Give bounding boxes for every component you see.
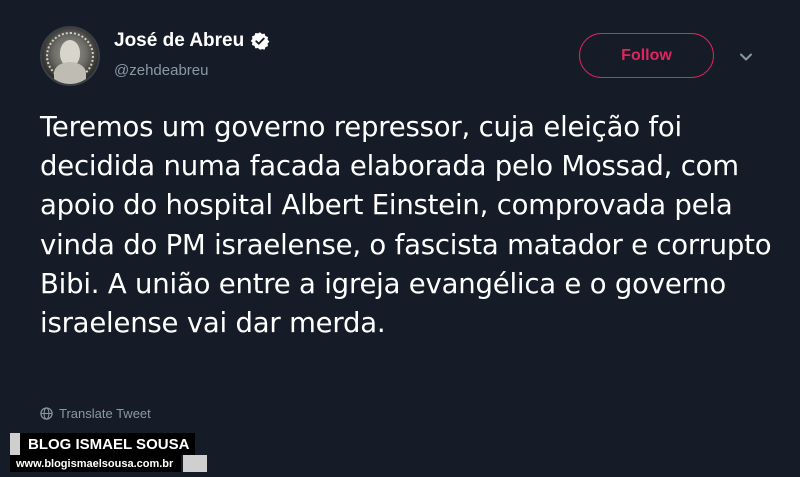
author-avatar[interactable] <box>40 26 100 86</box>
translate-tweet-label[interactable]: Translate Tweet <box>59 406 151 421</box>
verified-badge-icon <box>250 31 270 51</box>
watermark-url: www.blogismaelsousa.com.br <box>10 455 208 472</box>
chevron-down-icon[interactable] <box>737 48 755 66</box>
follow-button[interactable]: Follow <box>579 33 714 78</box>
tweet-text: Teremos um governo repressor, cuja eleiç… <box>40 111 772 340</box>
tweet-card: José de Abreu @zehdeabreu Follow Teremos… <box>0 0 800 477</box>
watermark-title: BLOG ISMAEL SOUSA <box>10 433 196 455</box>
author-name-row: José de Abreu <box>114 30 270 52</box>
author-handle[interactable]: @zehdeabreu <box>114 62 208 79</box>
translate-tweet-link[interactable]: Translate Tweet <box>40 406 151 421</box>
globe-icon <box>40 407 53 420</box>
avatar-body <box>54 62 86 84</box>
author-display-name[interactable]: José de Abreu <box>114 30 244 52</box>
